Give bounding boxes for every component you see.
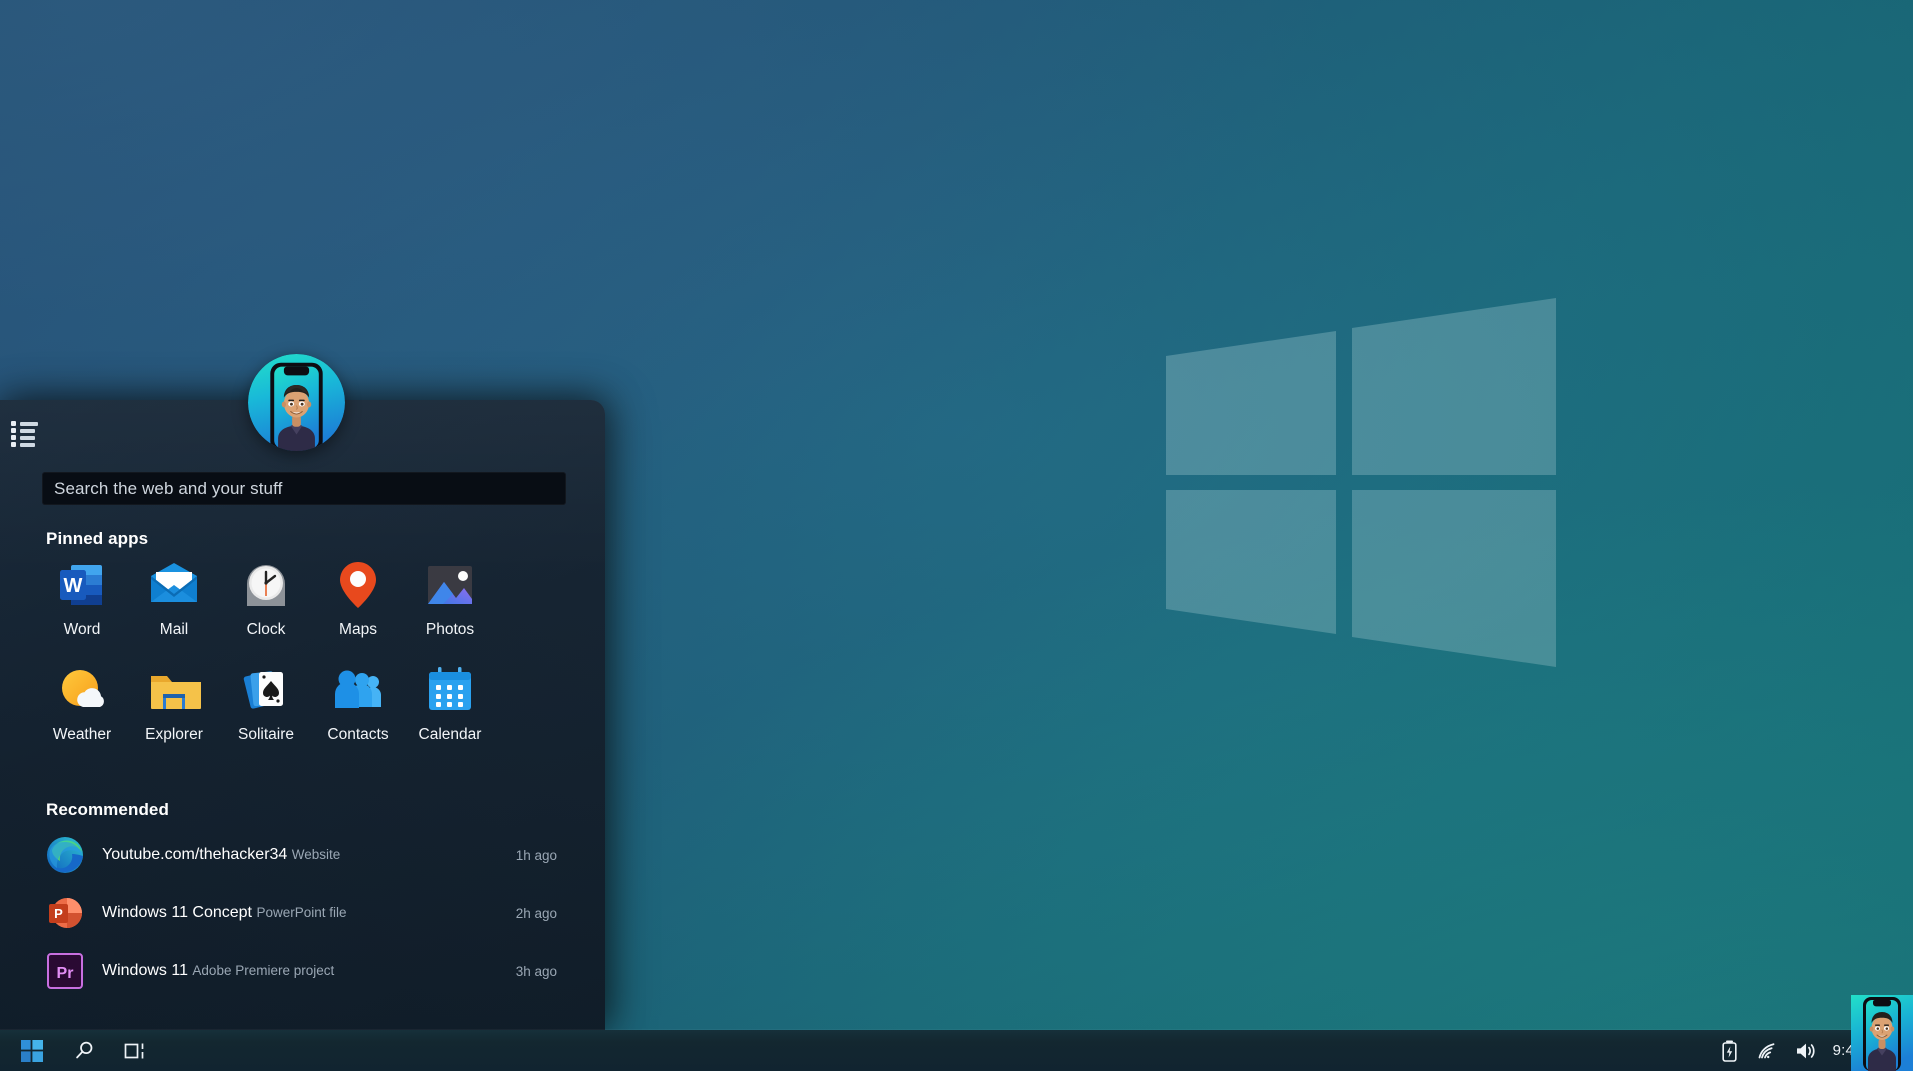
app-label: Contacts [327,726,389,743]
search-input[interactable]: Search the web and your stuff [42,472,566,505]
contacts-icon [331,663,385,717]
task-view-button[interactable] [110,1030,162,1071]
battery-icon[interactable] [1711,1030,1749,1071]
recommended-list: Youtube.com/thehacker34 Website 1h ago P… [40,826,565,1000]
list-item-time: 2h ago [515,905,557,921]
app-label: Clock [246,621,286,638]
svg-text:Pr: Pr [57,965,74,982]
app-tile-photos[interactable]: Photos [404,558,496,639]
explorer-icon [147,663,201,717]
app-label: Explorer [145,726,203,743]
list-item-time: 1h ago [515,847,557,863]
maps-icon [331,558,385,612]
calendar-icon [423,663,477,717]
list-item-text: Windows 11 Adobe Premiere project [102,961,504,981]
search-icon [74,1040,95,1061]
taskbar-left-group [0,1030,162,1071]
user-avatar[interactable] [248,354,345,451]
search-placeholder-text: Search the web and your stuff [54,478,283,498]
list-item[interactable]: Pr Windows 11 Adobe Premiere project 3h … [40,942,565,1000]
volume-icon[interactable] [1787,1030,1825,1071]
svg-text:W: W [64,575,83,597]
app-label: Calendar [418,726,482,743]
app-tile-solitaire[interactable]: Solitaire [220,663,312,744]
app-tile-word[interactable]: W Word [36,558,128,639]
app-tile-clock[interactable]: Clock [220,558,312,639]
powerpoint-icon: P [46,894,84,932]
list-item[interactable]: Youtube.com/thehacker34 Website 1h ago [40,826,565,884]
desktop-wallpaper: Search the web and your stuff Pinned app… [0,0,1913,1071]
app-label: Photos [425,621,475,638]
svg-text:P: P [54,906,63,921]
app-tile-contacts[interactable]: Contacts [312,663,404,744]
list-view-icon[interactable] [11,418,41,450]
app-label: Mail [159,621,189,638]
app-label: Maps [339,621,377,638]
solitaire-icon [239,663,293,717]
pinned-apps-title: Pinned apps [46,529,149,548]
windows-logo-watermark [1160,298,1560,698]
app-label: Word [63,621,101,638]
list-item-title: Youtube.com/thehacker34 [102,846,288,863]
list-item[interactable]: P Windows 11 Concept PowerPoint file 2h … [40,884,565,942]
app-tile-explorer[interactable]: Explorer [128,663,220,744]
search-button[interactable] [58,1030,110,1071]
list-item-subtitle: Website [291,847,341,862]
windows-start-icon [21,1039,43,1062]
list-item-subtitle: PowerPoint file [256,905,347,920]
app-tile-weather[interactable]: Weather [36,663,128,744]
app-tile-calendar[interactable]: Calendar [404,663,496,744]
task-view-icon [124,1041,148,1061]
user-avatar-badge[interactable] [1851,995,1913,1071]
app-label: Solitaire [238,726,294,743]
taskbar: 9:41 AM [0,1030,1913,1071]
list-item-text: Windows 11 Concept PowerPoint file [102,903,504,923]
weather-icon [55,663,109,717]
edge-icon [46,836,84,874]
list-item-time: 3h ago [515,963,557,979]
list-item-subtitle: Adobe Premiere project [192,963,335,978]
app-tile-maps[interactable]: Maps [312,558,404,639]
recommended-title: Recommended [46,800,169,819]
list-item-title: Windows 11 [102,962,188,979]
app-tile-mail[interactable]: Mail [128,558,220,639]
photos-icon [423,558,477,612]
mail-icon [147,558,201,612]
app-label: Weather [52,726,112,743]
wifi-icon[interactable] [1749,1030,1787,1071]
clock-icon [239,558,293,612]
word-icon: W [55,558,109,612]
list-item-text: Youtube.com/thehacker34 Website [102,845,504,865]
list-item-title: Windows 11 Concept [102,904,252,921]
pinned-apps-grid: W Word Mail Clock Maps Photos Weather Ex… [36,558,566,744]
premiere-icon: Pr [46,952,84,990]
start-button[interactable] [6,1030,58,1071]
